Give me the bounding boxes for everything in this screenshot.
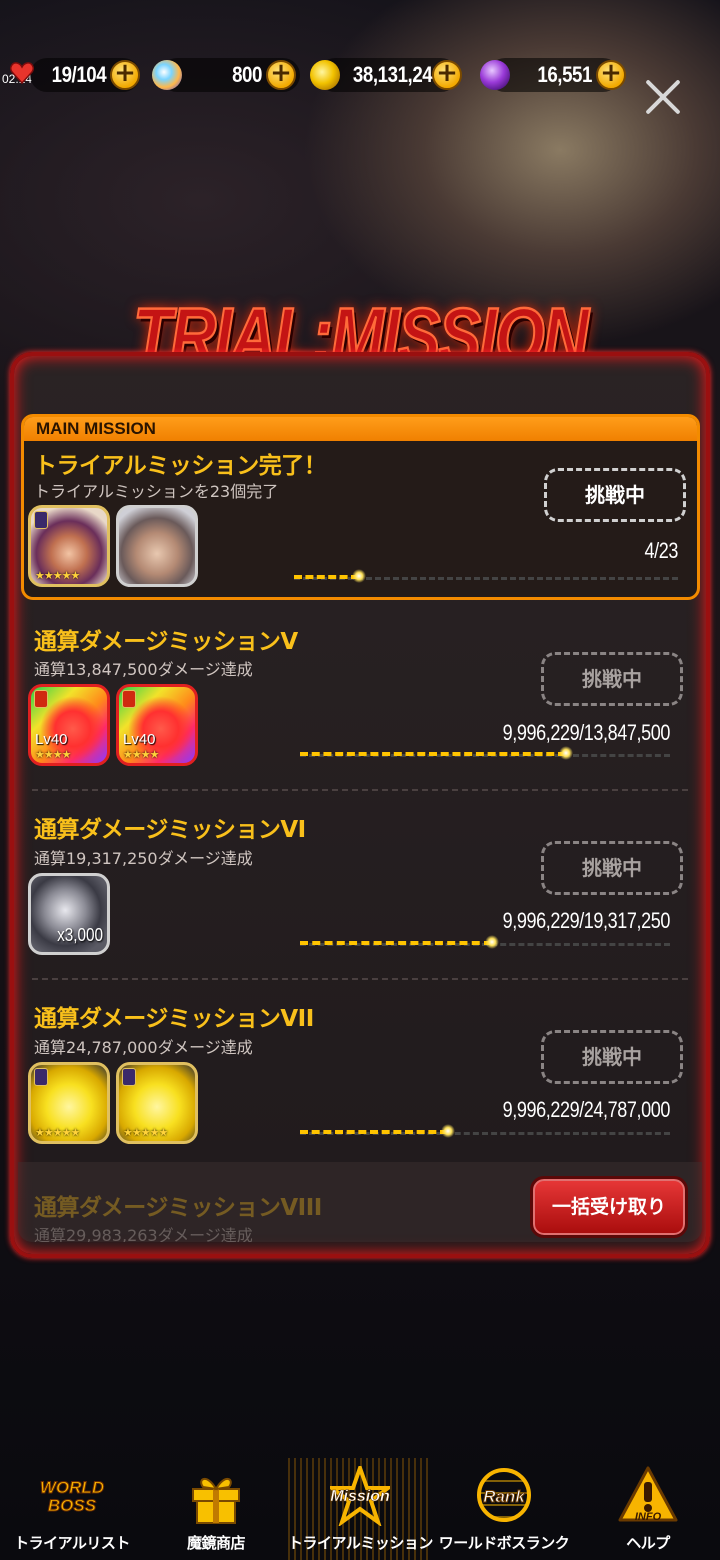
add-purple-button[interactable]: + xyxy=(596,60,626,90)
mission-progress-fill xyxy=(300,941,493,945)
mission-title: 通算ダメージミッションV xyxy=(34,629,298,655)
bottom-nav: WORLD BOSS トライアルリスト 魔鏡商店 Mission トライアルミッ… xyxy=(0,1458,720,1560)
main-mission-description: トライアルミッションを23個完了 xyxy=(34,482,279,501)
mission-progress-text: 9,996,229/13,847,500 xyxy=(502,720,671,745)
crystal-icon xyxy=(152,60,182,90)
nav-shop[interactable]: 魔鏡商店 xyxy=(144,1458,288,1560)
element-badge-icon xyxy=(34,511,48,529)
gems-value: 800 xyxy=(232,62,262,87)
add-gold-button[interactable]: + xyxy=(432,60,462,90)
nav-label: ワールドボスランク xyxy=(438,1534,570,1552)
mission-description: 通算24,787,000ダメージ達成 xyxy=(34,1038,253,1057)
nav-label: 魔鏡商店 xyxy=(186,1534,246,1552)
nav-trial-mission[interactable]: Mission トライアルミッション xyxy=(288,1458,433,1560)
add-gems-button[interactable]: + xyxy=(266,60,296,90)
close-icon[interactable] xyxy=(640,74,686,120)
reward-character-girl[interactable]: ★★★★★ xyxy=(28,505,110,587)
reward-silver-coin[interactable]: x3,000 xyxy=(28,873,110,955)
reward-stars: ★★★★ xyxy=(123,748,159,761)
mission-status-button[interactable]: 挑戦中 xyxy=(541,841,683,895)
gold-value: 38,131,243 xyxy=(352,62,443,87)
element-badge-icon xyxy=(34,1068,48,1086)
rank-globe-icon: Rank xyxy=(469,1466,539,1528)
mission-progress-track xyxy=(300,1124,670,1138)
mission-progress-text: 9,996,229/19,317,250 xyxy=(502,908,671,933)
nav-help[interactable]: INFO ヘルプ xyxy=(576,1458,720,1560)
gold-coins-icon xyxy=(310,60,340,90)
element-badge-icon xyxy=(122,690,136,708)
add-stamina-button[interactable]: + xyxy=(110,60,140,90)
mission-status-button[interactable]: 挑戦中 xyxy=(541,652,683,706)
claim-all-button[interactable]: 一括受け取り xyxy=(530,1176,688,1238)
mission-description: 通算29,983,263ダメージ達成 xyxy=(34,1226,253,1242)
main-mission-progress-fill xyxy=(294,575,360,579)
world-boss-icon: WORLD BOSS xyxy=(39,1478,105,1515)
mission-progress-track xyxy=(300,935,670,949)
reward-level: Lv40 xyxy=(123,731,156,748)
reward-stars: ★★★★★ xyxy=(35,1126,80,1139)
reward-rainbow-slime[interactable]: Lv40 ★★★★ xyxy=(28,684,110,766)
reward-stars: ★★★★ xyxy=(35,748,71,761)
reward-rainbow-slime[interactable]: Lv40 ★★★★ xyxy=(116,684,198,766)
mission-title: 通算ダメージミッションVII xyxy=(34,1006,314,1032)
heart-icon xyxy=(10,62,34,85)
progress-spark-icon xyxy=(485,935,500,949)
mission-star-icon: Mission xyxy=(325,1466,395,1528)
nav-label: ヘルプ xyxy=(626,1534,670,1552)
nav-world-boss-rank[interactable]: Rank ワールドボスランク xyxy=(432,1458,576,1560)
element-badge-icon xyxy=(34,690,48,708)
stamina-value: 19/104 xyxy=(51,62,107,87)
gift-icon xyxy=(181,1466,251,1528)
reward-yellow-slime[interactable]: ★★★★★ xyxy=(28,1062,110,1144)
reward-level: Lv40 xyxy=(35,731,68,748)
mission-progress-fill xyxy=(300,1130,448,1134)
main-mission-progress-text: 4/23 xyxy=(644,538,679,563)
reward-stars: ★★★★★ xyxy=(123,1126,168,1139)
main-mission-progress-track xyxy=(294,569,678,583)
mission-description: 通算19,317,250ダメージ達成 xyxy=(34,849,253,868)
purple-gem-icon xyxy=(480,60,510,90)
mission-divider xyxy=(32,978,688,980)
info-icon: INFO xyxy=(613,1466,683,1528)
resource-bar: 02:14 19/104 + 800 + 38,131,243 + 16,551… xyxy=(0,52,720,98)
progress-spark-icon xyxy=(559,746,574,760)
mission-title: 通算ダメージミッションVI xyxy=(34,817,306,843)
main-mission-status-button[interactable]: 挑戦中 xyxy=(544,468,686,522)
mission-progress-track xyxy=(300,746,670,760)
mission-divider xyxy=(32,789,688,791)
purple-value: 16,551 xyxy=(537,62,592,87)
reward-yellow-slime[interactable]: ★★★★★ xyxy=(116,1062,198,1144)
nav-label: トライアルミッション xyxy=(288,1534,433,1552)
mission-description: 通算13,847,500ダメージ達成 xyxy=(34,660,253,679)
reward-quantity: x3,000 xyxy=(57,925,103,945)
main-mission-title: トライアルミッション完了！ xyxy=(34,453,327,479)
reward-character-girl-2[interactable] xyxy=(116,505,198,587)
progress-spark-icon xyxy=(352,569,367,583)
nav-trial-list[interactable]: WORLD BOSS トライアルリスト xyxy=(0,1458,144,1560)
progress-spark-icon xyxy=(441,1124,455,1138)
mission-progress-fill xyxy=(300,752,567,756)
main-mission-header: MAIN MISSION xyxy=(24,417,697,441)
element-badge-icon xyxy=(122,1068,136,1086)
mission-progress-text: 9,996,229/24,787,000 xyxy=(502,1097,671,1122)
mission-status-button[interactable]: 挑戦中 xyxy=(541,1030,683,1084)
reward-stars: ★★★★★ xyxy=(35,569,80,582)
nav-label: トライアルリスト xyxy=(14,1534,130,1552)
mission-title: 通算ダメージミッションVIII xyxy=(34,1195,322,1221)
